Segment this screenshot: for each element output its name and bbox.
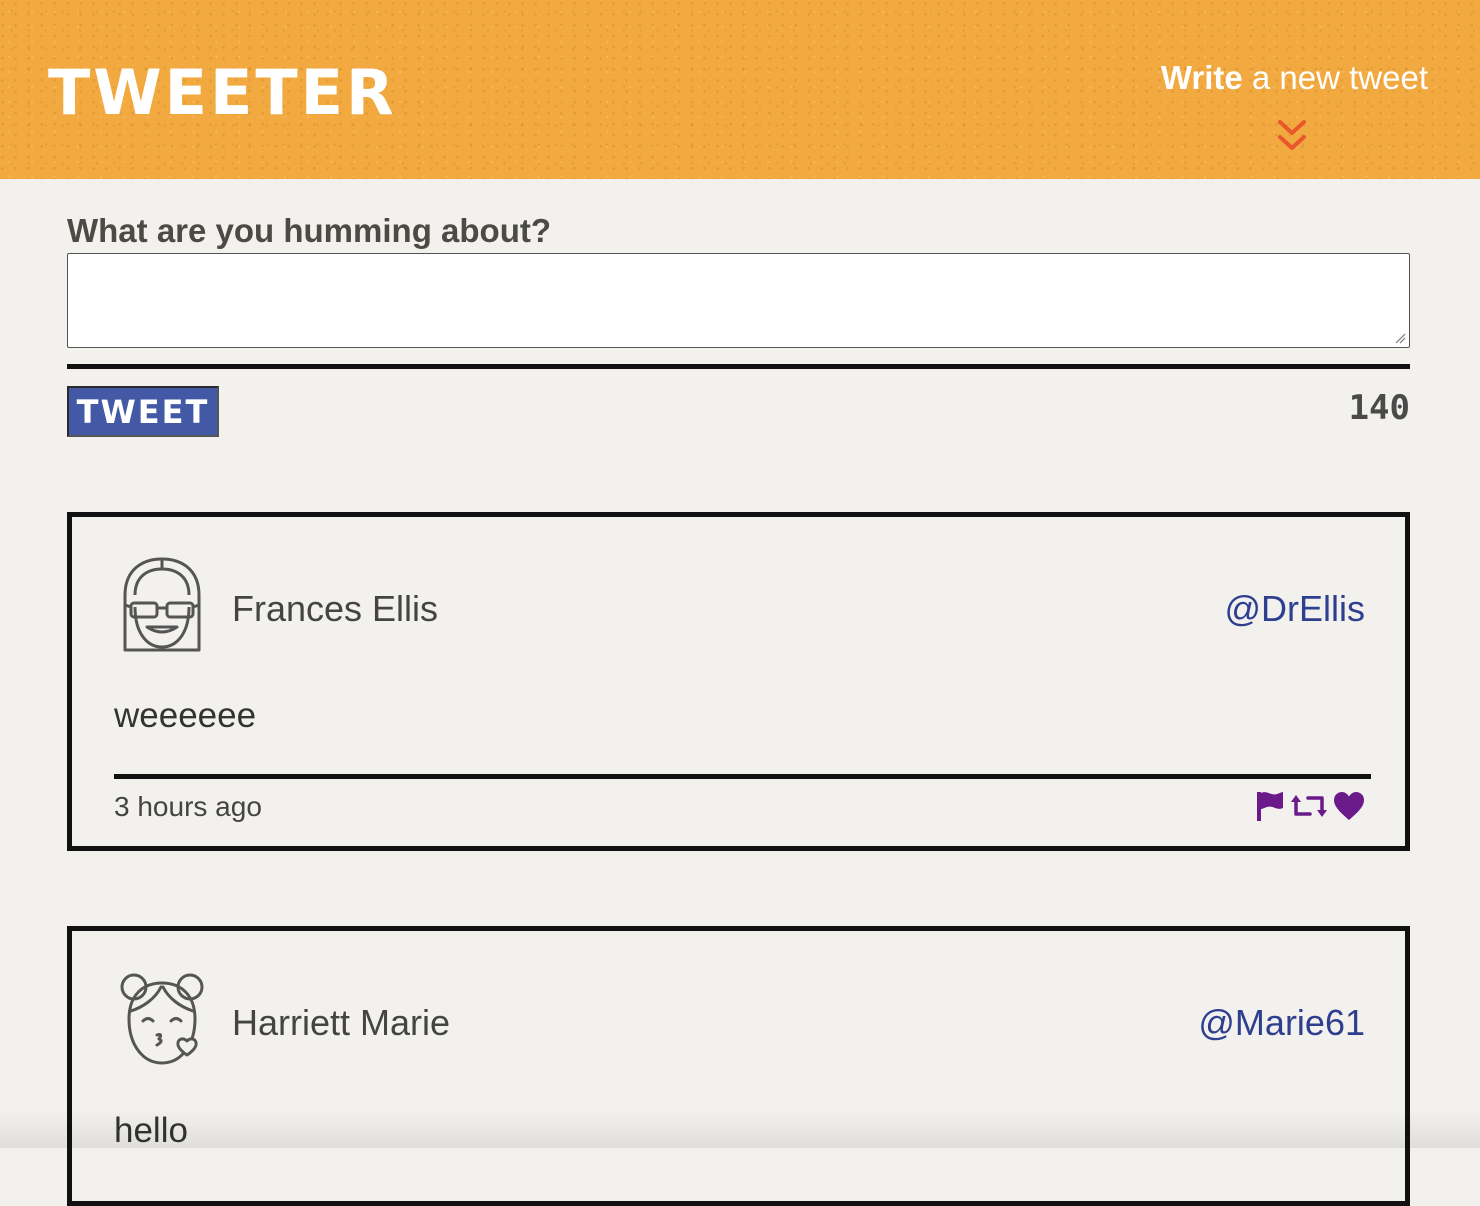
tweet-button[interactable]: TWEET [67, 386, 219, 437]
compose-label: What are you humming about? [67, 212, 551, 249]
tweet-text: weeeeee [114, 696, 257, 735]
tweet-card: Harriett Marie @Marie61 hello [67, 926, 1410, 1206]
tweet-textarea[interactable] [67, 253, 1410, 348]
write-label-rest: a new tweet [1242, 59, 1428, 96]
girl-kiss-avatar-icon [120, 973, 204, 1065]
tweet-text: hello [114, 1111, 188, 1150]
resize-grip-icon[interactable] [1394, 332, 1406, 344]
girl-sunglasses-avatar-icon [123, 557, 201, 652]
tweet-author-handle[interactable]: @DrEllis [1224, 587, 1365, 631]
page-header: TWEETER Write a new tweet [0, 0, 1480, 179]
heart-icon[interactable] [1333, 791, 1365, 821]
app-logo[interactable]: TWEETER [48, 62, 397, 124]
compose-divider [67, 364, 1410, 369]
write-label-strong: Write [1160, 59, 1243, 96]
double-chevron-down-icon[interactable] [1275, 118, 1309, 154]
retweet-icon[interactable] [1291, 790, 1327, 822]
tweet-actions [1255, 789, 1365, 823]
tweet-divider [114, 774, 1371, 779]
tweet-card: Frances Ellis @DrEllis weeeeee 3 hours a… [67, 512, 1410, 851]
tweet-author-name: Frances Ellis [232, 588, 439, 629]
char-counter: 140 [1348, 388, 1410, 428]
tweet-author-name: Harriett Marie [232, 1002, 451, 1043]
flag-icon[interactable] [1255, 790, 1285, 822]
tweet-timestamp: 3 hours ago [114, 791, 262, 822]
tweet-author-handle[interactable]: @Marie61 [1198, 1001, 1365, 1045]
